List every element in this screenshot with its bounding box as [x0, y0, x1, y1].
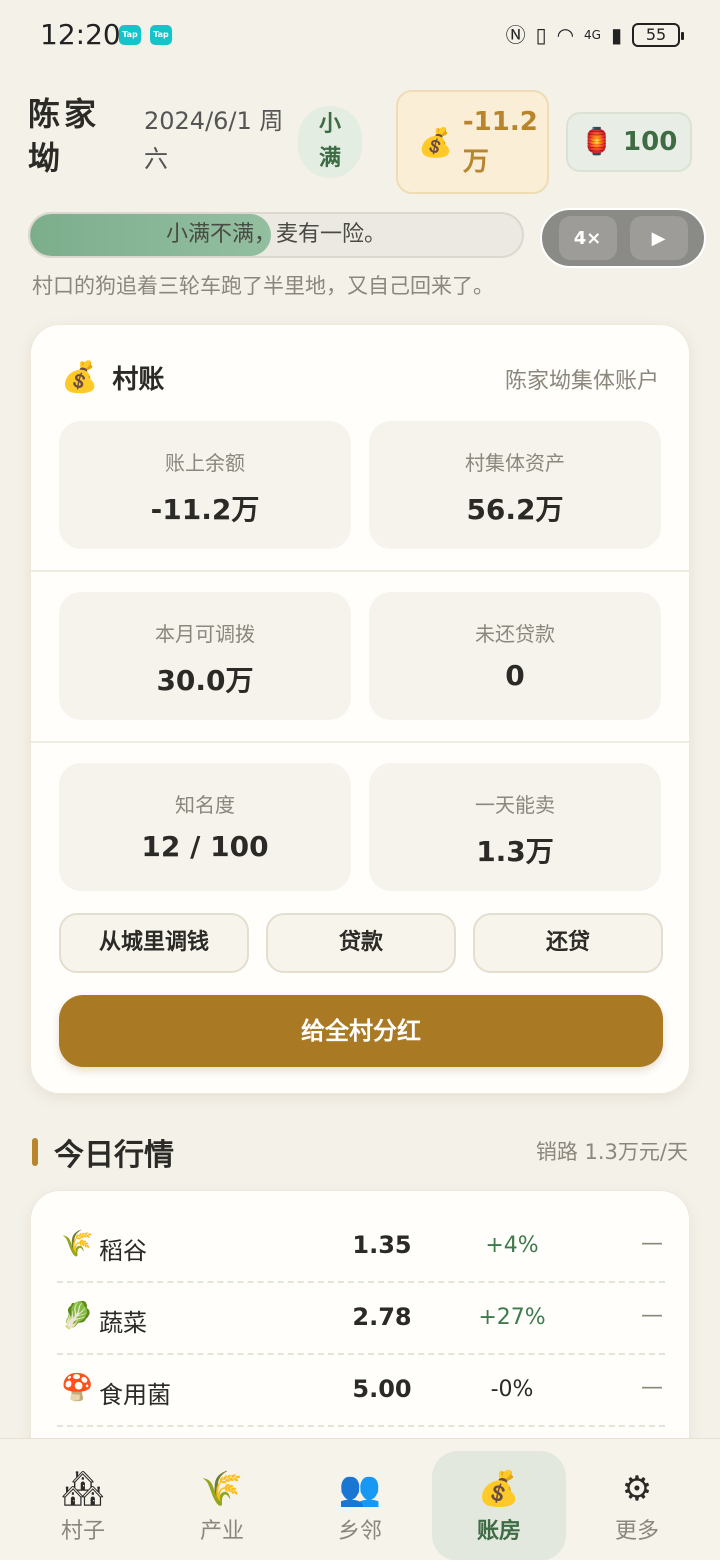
- money-value: -11.2万: [462, 107, 538, 177]
- village-name: 陈家坳: [28, 95, 101, 177]
- nav-label: 产业: [199, 1519, 244, 1544]
- transfer-from-city-button[interactable]: 从城里调钱: [59, 913, 249, 973]
- battery-indicator: 55: [632, 23, 684, 47]
- stat-value: 30.0万: [156, 664, 254, 697]
- signal-icon: ▮: [610, 23, 622, 47]
- divider: [31, 741, 691, 743]
- wheat-icon: 🌾: [200, 1469, 244, 1509]
- stat-value: 1.3万: [476, 835, 554, 868]
- nav-industry[interactable]: 🌾 产业: [155, 1451, 289, 1560]
- market-row[interactable]: 🍄 食用菌 5.00 -0% —: [57, 1355, 665, 1427]
- speed-controls: 4× ▶: [540, 208, 706, 268]
- trend-indicator: —: [641, 1375, 663, 1400]
- network-type: 4G: [584, 28, 601, 42]
- status-time: 12:20: [40, 18, 121, 51]
- nav-neighbors[interactable]: 👥 乡邻: [293, 1451, 427, 1560]
- stat-value: -11.2万: [150, 493, 260, 526]
- stat-value: 12 / 100: [141, 830, 269, 863]
- repay-button[interactable]: 还贷: [473, 913, 663, 973]
- market-row[interactable]: 🌾 稻谷 1.35 +4% —: [57, 1211, 665, 1283]
- stat-label: 账上余额: [165, 451, 245, 475]
- stat-loans: 未还贷款 0: [369, 592, 661, 720]
- money-bag-icon: 💰: [61, 360, 99, 395]
- stat-daily-sales: 一天能卖 1.3万: [369, 763, 661, 891]
- nav-label: 账房: [476, 1519, 521, 1544]
- stat-label: 未还贷款: [475, 622, 555, 646]
- season-badge: 小满: [298, 106, 362, 178]
- commodity-price: 5.00: [352, 1375, 412, 1403]
- status-bar: 12:20 Tap Tap Ⓝ ▯ ◠ 4G ▮ 55: [0, 0, 720, 70]
- tap-app-icon: Tap: [150, 25, 172, 45]
- stat-label: 村集体资产: [465, 451, 565, 475]
- stat-balance: 账上余额 -11.2万: [59, 421, 351, 549]
- trend-indicator: —: [641, 1303, 663, 1328]
- gear-icon: ⚙: [621, 1469, 653, 1509]
- game-date: 2024/6/1 周六: [144, 107, 284, 173]
- lantern-chip[interactable]: 🏮 100: [566, 112, 692, 172]
- people-icon: 👥: [338, 1469, 382, 1509]
- solar-term-progress: 小满不满，麦有一险。: [28, 212, 524, 258]
- stat-label: 本月可调拨: [155, 622, 255, 646]
- progress-text: 小满不满，麦有一险。: [165, 222, 386, 247]
- nav-more[interactable]: ⚙ 更多: [570, 1451, 704, 1560]
- village-icon: 🏘: [61, 1469, 105, 1509]
- trend-indicator: —: [641, 1231, 663, 1256]
- vegetable-icon: 🥬: [61, 1301, 94, 1331]
- money-bag-icon: 💰: [418, 125, 453, 159]
- dividend-button[interactable]: 给全村分红: [59, 995, 663, 1067]
- stat-fame: 知名度 12 / 100: [59, 763, 351, 891]
- lantern-icon: 🏮: [580, 127, 614, 157]
- ledger-subtitle: 陈家坳集体账户: [504, 369, 659, 394]
- ledger-card: 💰 村账 陈家坳集体账户 账上余额 -11.2万 村集体资产 56.2万 本月可…: [30, 324, 691, 1094]
- stat-label: 知名度: [175, 793, 235, 817]
- commodity-change: +4%: [485, 1233, 539, 1258]
- stat-assets: 村集体资产 56.2万: [369, 421, 661, 549]
- stat-value: 56.2万: [466, 493, 564, 526]
- divider: [31, 570, 691, 572]
- commodity-change: -0%: [490, 1377, 534, 1402]
- market-subtitle: 销路 1.3万元/天: [535, 1140, 688, 1164]
- market-header: 今日行情: [32, 1130, 174, 1174]
- commodity-name: 稻谷: [99, 1237, 147, 1265]
- stat-value: 0: [505, 659, 525, 692]
- stat-label: 一天能卖: [475, 793, 555, 817]
- commodity-price: 2.78: [352, 1303, 412, 1331]
- event-tagline: 村口的狗追着三轮车跑了半里地，又自己回来了。: [32, 274, 494, 298]
- rice-icon: 🌾: [61, 1229, 94, 1259]
- nav-label: 更多: [614, 1519, 659, 1544]
- speed-button[interactable]: 4×: [558, 216, 617, 260]
- mushroom-icon: 🍄: [61, 1373, 94, 1403]
- play-button[interactable]: ▶: [629, 216, 688, 260]
- commodity-price: 1.35: [352, 1231, 412, 1259]
- nav-accounts[interactable]: 💰 账房: [432, 1451, 566, 1560]
- market-title: 今日行情: [54, 1138, 174, 1173]
- money-chip[interactable]: 💰 -11.2万: [396, 90, 549, 194]
- nav-label: 乡邻: [337, 1519, 382, 1544]
- tap-app-icon: Tap: [119, 25, 141, 45]
- vibrate-icon: ▯: [535, 23, 547, 47]
- section-accent-bar: [32, 1138, 38, 1166]
- loan-button[interactable]: 贷款: [266, 913, 456, 973]
- market-row[interactable]: 🥬 蔬菜 2.78 +27% —: [57, 1283, 665, 1355]
- wifi-icon: ◠: [556, 23, 575, 47]
- ledger-title: 村账: [112, 365, 165, 395]
- stat-allocatable: 本月可调拨 30.0万: [59, 592, 351, 720]
- commodity-name: 蔬菜: [99, 1309, 147, 1337]
- lantern-value: 100: [623, 127, 678, 157]
- commodity-name: 食用菌: [99, 1381, 171, 1409]
- nav-label: 村子: [60, 1519, 105, 1544]
- bottom-navigation: 🏘 村子 🌾 产业 👥 乡邻 💰 账房 ⚙ 更多: [0, 1438, 720, 1560]
- money-bag-icon: 💰: [477, 1469, 521, 1509]
- nfc-icon: Ⓝ: [505, 23, 526, 47]
- commodity-change: +27%: [478, 1305, 546, 1330]
- nav-village[interactable]: 🏘 村子: [16, 1451, 150, 1560]
